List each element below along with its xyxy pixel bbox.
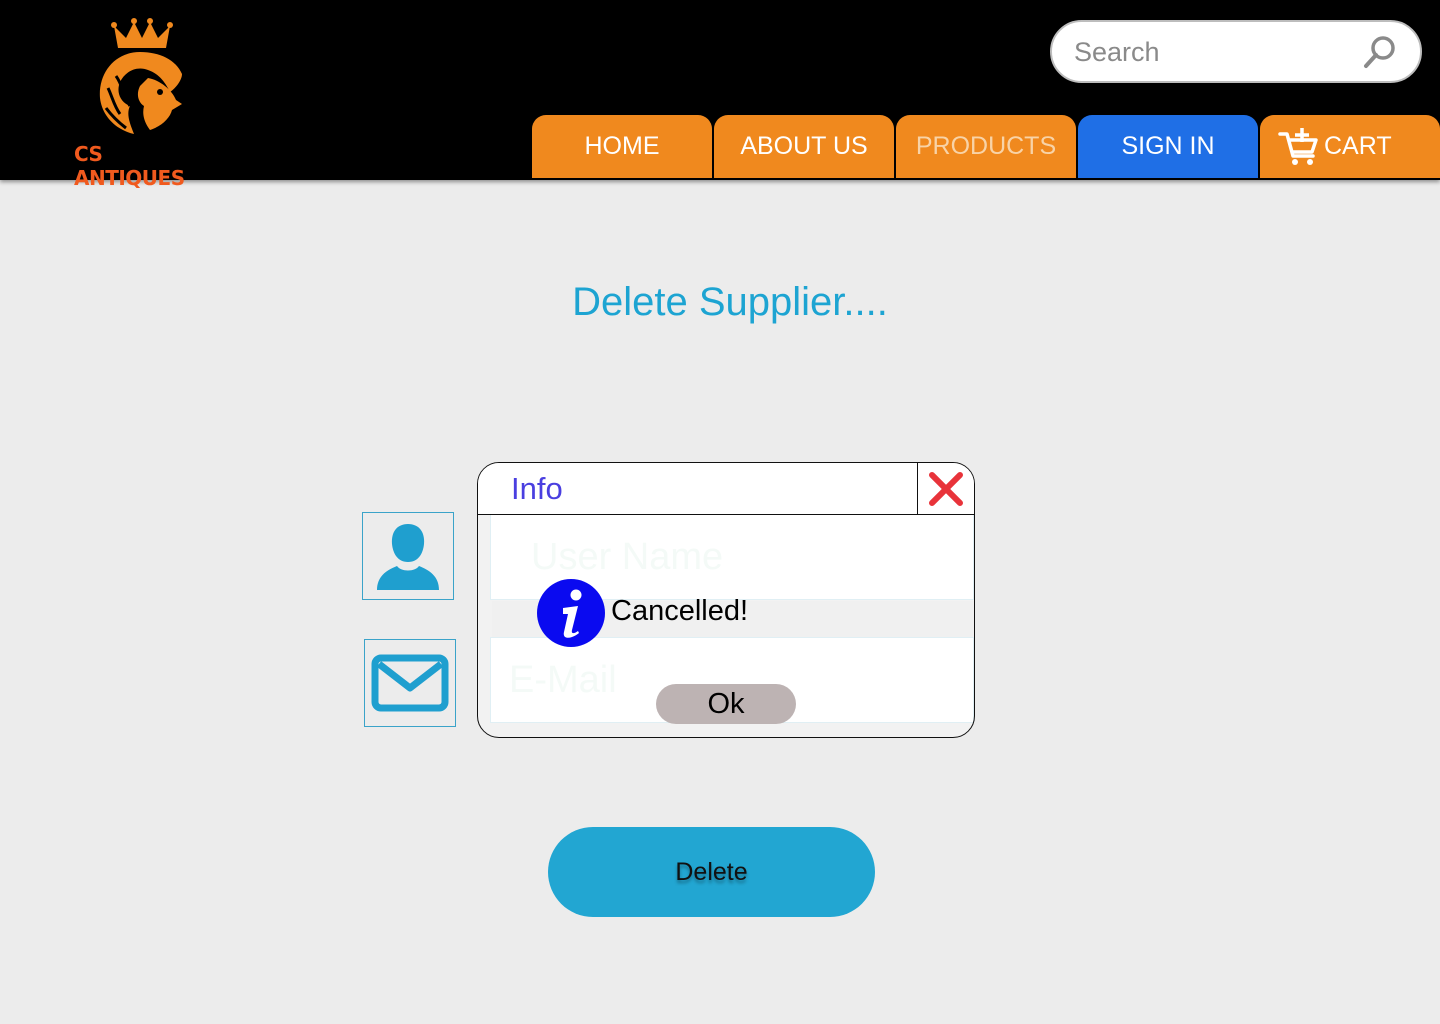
info-dialog: Info Cancelled! Ok xyxy=(477,462,975,738)
delete-button[interactable]: Delete xyxy=(548,827,875,917)
nav-signin-button[interactable]: SIGN IN xyxy=(1078,115,1258,178)
nav-cart-label: CART xyxy=(1324,132,1392,160)
nav-about-label: ABOUT US xyxy=(740,132,868,160)
info-icon xyxy=(537,579,605,647)
nav-products-button[interactable]: PRODUCTS xyxy=(896,115,1076,178)
mail-icon xyxy=(371,654,449,712)
header: CS ANTIQUES HOME ABOUT US PRODUCTS SIGN … xyxy=(0,0,1440,190)
mail-icon-box xyxy=(364,639,456,727)
nav-about-button[interactable]: ABOUT US xyxy=(714,115,894,178)
user-icon-box xyxy=(362,512,454,600)
search-input[interactable] xyxy=(1074,34,1354,70)
ok-button[interactable]: Ok xyxy=(656,684,796,724)
logo-text: CS ANTIQUES xyxy=(74,142,185,190)
search-icon[interactable] xyxy=(1362,34,1398,70)
cart-plus-icon xyxy=(1278,127,1318,165)
nav-signin-label: SIGN IN xyxy=(1121,132,1215,160)
user-icon xyxy=(377,524,439,590)
dialog-close-button[interactable] xyxy=(917,463,974,515)
close-icon xyxy=(929,472,963,506)
site-logo[interactable]: CS ANTIQUES xyxy=(70,18,210,190)
lion-crown-logo-icon xyxy=(99,18,182,134)
nav-home-button[interactable]: HOME xyxy=(532,115,712,178)
dialog-message: Cancelled! xyxy=(611,595,749,627)
dialog-title: Info xyxy=(511,471,563,506)
dialog-header: Info xyxy=(478,463,974,515)
nav-home-label: HOME xyxy=(584,132,660,160)
search-bar xyxy=(1050,20,1422,83)
nav-cart-button[interactable]: CART xyxy=(1260,115,1440,178)
page-title: Delete Supplier.... xyxy=(572,280,888,324)
nav-products-label: PRODUCTS xyxy=(915,132,1057,160)
